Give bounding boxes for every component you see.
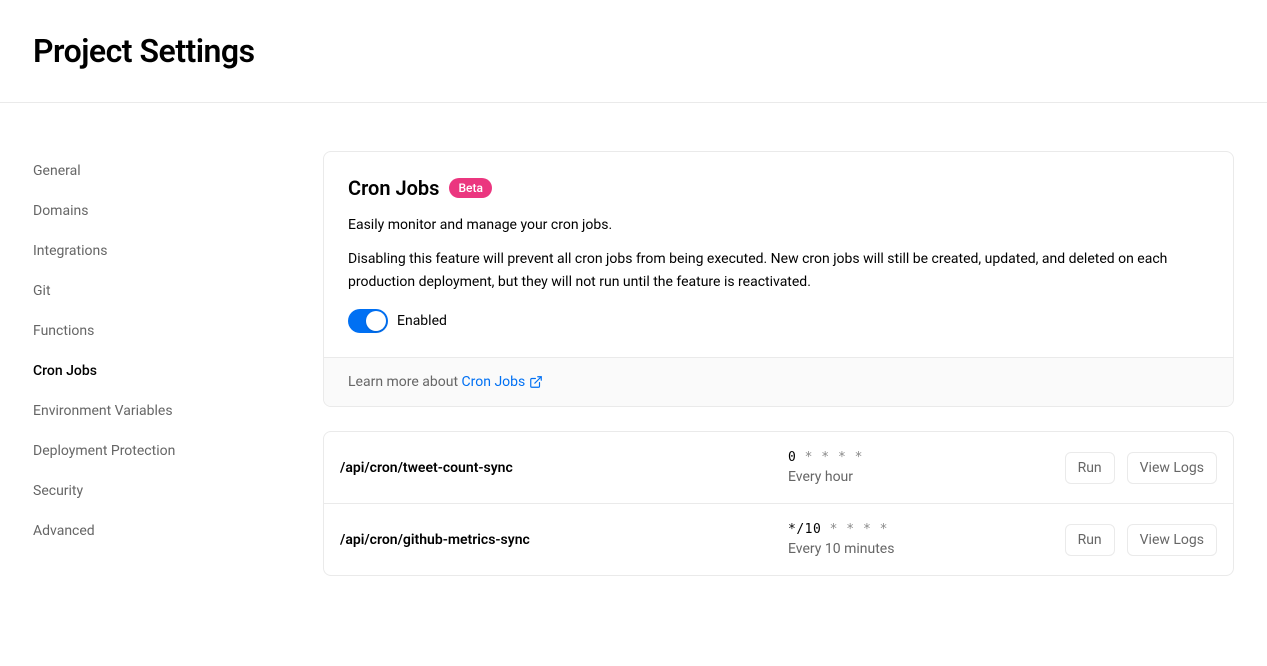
job-path: /api/cron/tweet-count-sync bbox=[340, 460, 788, 476]
main-content: Cron Jobs Beta Easily monitor and manage… bbox=[323, 103, 1267, 576]
job-schedule: */10 * * * * Every 10 minutes bbox=[788, 522, 1065, 557]
run-button[interactable]: Run bbox=[1065, 452, 1115, 484]
view-logs-button[interactable]: View Logs bbox=[1127, 452, 1217, 484]
link-text: Cron Jobs bbox=[462, 374, 526, 390]
cron-literal: */10 bbox=[788, 522, 821, 537]
sidebar-item-advanced[interactable]: Advanced bbox=[33, 511, 323, 551]
sidebar: GeneralDomainsIntegrationsGitFunctionsCr… bbox=[33, 103, 323, 576]
sidebar-item-security[interactable]: Security bbox=[33, 471, 323, 511]
cron-human: Every hour bbox=[788, 469, 1065, 485]
cron-jobs-card: Cron Jobs Beta Easily monitor and manage… bbox=[323, 151, 1234, 407]
cron-expression: 0 * * * * bbox=[788, 450, 1065, 465]
sidebar-item-integrations[interactable]: Integrations bbox=[33, 231, 323, 271]
beta-badge: Beta bbox=[449, 178, 491, 198]
enable-toggle[interactable] bbox=[348, 309, 388, 333]
sidebar-item-git[interactable]: Git bbox=[33, 271, 323, 311]
cron-human: Every 10 minutes bbox=[788, 541, 1065, 557]
page-title: Project Settings bbox=[33, 32, 1267, 70]
run-button[interactable]: Run bbox=[1065, 524, 1115, 556]
job-schedule: 0 * * * * Every hour bbox=[788, 450, 1065, 485]
view-logs-button[interactable]: View Logs bbox=[1127, 524, 1217, 556]
sidebar-item-environment-variables[interactable]: Environment Variables bbox=[33, 391, 323, 431]
sidebar-item-functions[interactable]: Functions bbox=[33, 311, 323, 351]
sidebar-item-cron-jobs[interactable]: Cron Jobs bbox=[33, 351, 323, 391]
learn-more-link[interactable]: Cron Jobs bbox=[462, 374, 544, 390]
cron-stars: * * * * bbox=[796, 450, 863, 465]
footer-text: Learn more about bbox=[348, 374, 462, 390]
cron-expression: */10 * * * * bbox=[788, 522, 1065, 537]
card-description-secondary: Disabling this feature will prevent all … bbox=[348, 248, 1209, 293]
jobs-list: /api/cron/tweet-count-sync0 * * * * Every… bbox=[323, 431, 1234, 576]
sidebar-item-domains[interactable]: Domains bbox=[33, 191, 323, 231]
job-row: /api/cron/github-metrics-sync*/10 * * * … bbox=[324, 504, 1233, 575]
cron-stars: * * * * bbox=[821, 522, 888, 537]
card-footer: Learn more about Cron Jobs bbox=[324, 357, 1233, 406]
job-row: /api/cron/tweet-count-sync0 * * * * Every… bbox=[324, 432, 1233, 504]
sidebar-item-general[interactable]: General bbox=[33, 151, 323, 191]
card-title: Cron Jobs bbox=[348, 176, 439, 200]
job-actions: Run View Logs bbox=[1065, 524, 1217, 556]
external-link-icon bbox=[529, 375, 543, 389]
sidebar-item-deployment-protection[interactable]: Deployment Protection bbox=[33, 431, 323, 471]
toggle-knob bbox=[366, 311, 386, 331]
toggle-label: Enabled bbox=[397, 313, 447, 329]
job-actions: Run View Logs bbox=[1065, 452, 1217, 484]
card-description: Easily monitor and manage your cron jobs… bbox=[348, 214, 1209, 236]
job-path: /api/cron/github-metrics-sync bbox=[340, 532, 788, 548]
